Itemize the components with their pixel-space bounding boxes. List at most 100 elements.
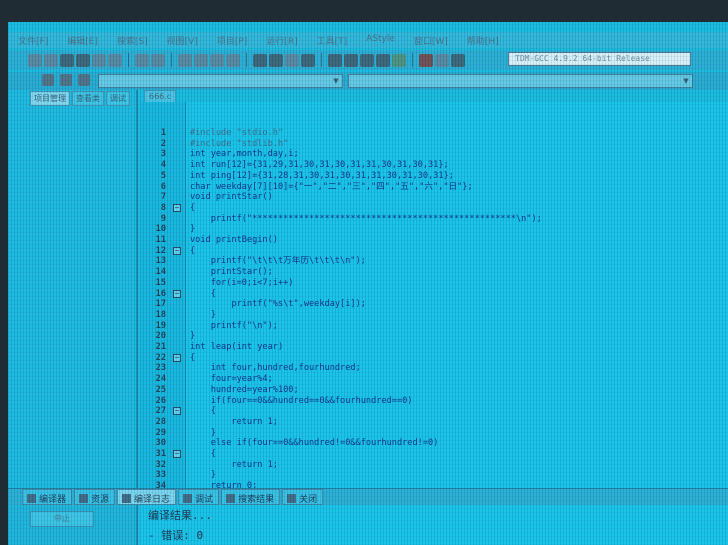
fold-toggle-icon[interactable]: − [173, 407, 181, 416]
code-line[interactable]: 19 printf("\n"); [140, 321, 728, 332]
menu-view[interactable]: 视图[V] [157, 32, 207, 48]
code-text: { [190, 406, 216, 417]
fold-toggle-icon[interactable]: − [173, 289, 181, 298]
code-line[interactable]: 7 void printStar() [140, 192, 728, 203]
insert-icon[interactable] [60, 74, 72, 86]
code-line[interactable]: 22−{ [140, 353, 728, 364]
tab-resources[interactable]: 资源 [74, 489, 116, 505]
stop-execution-icon[interactable] [419, 53, 433, 67]
menu-project[interactable]: 项目[P] [207, 32, 256, 48]
code-line[interactable]: 3 int year,month,day,i; [140, 149, 728, 160]
code-line[interactable]: 33 } [140, 470, 728, 481]
toggle-comment-icon[interactable] [285, 53, 299, 67]
code-line[interactable]: 17 printf("%s\t",weekday[i]); [140, 299, 728, 310]
tab-project[interactable]: 项目管理 [30, 91, 70, 106]
code-line[interactable]: 21 int leap(int year) [140, 342, 728, 353]
line-number: 16 [155, 288, 166, 299]
line-number: 15 [155, 277, 166, 288]
stop-compile-button[interactable]: 中止 [30, 511, 94, 527]
code-text: char weekday[7][10]={"一","二","三","四","五"… [190, 181, 473, 192]
fold-toggle-icon[interactable]: − [173, 353, 181, 362]
goto-icon[interactable] [210, 53, 224, 67]
compile-icon[interactable] [328, 53, 342, 67]
code-line[interactable]: 27− { [140, 406, 728, 417]
menu-help[interactable]: 帮助[H] [457, 32, 508, 48]
code-line[interactable]: 5 int ping[12]={31,28,31,30,31,30,31,31,3… [140, 171, 728, 182]
code-line[interactable]: 13 printf("\t\t\t万年历\t\t\t\n"); [140, 256, 728, 267]
class-browser-icon[interactable] [78, 74, 90, 86]
save-all-icon[interactable] [76, 53, 90, 67]
chart-icon[interactable] [435, 53, 449, 67]
code-line[interactable]: 1 #include "stdio.h" [140, 128, 728, 139]
code-line[interactable]: 8−{ [140, 203, 728, 214]
tab-close[interactable]: 关闭 [282, 489, 324, 505]
class-select[interactable]: ▼ [98, 74, 343, 88]
code-line[interactable]: 25 hundred=year%100; [140, 385, 728, 396]
code-line[interactable]: 29 } [140, 428, 728, 439]
code-line[interactable]: 16− { [140, 289, 728, 300]
line-number: 27 [155, 406, 166, 417]
unindent-icon[interactable] [269, 53, 283, 67]
menu-window[interactable]: 窗口[W] [404, 32, 457, 48]
menu-edit[interactable]: 编辑[E] [57, 32, 107, 48]
debug-icon[interactable] [451, 53, 465, 67]
print-icon[interactable] [108, 53, 122, 67]
tab-compile-log[interactable]: 编译日志 [117, 489, 177, 505]
code-line[interactable]: 20} [140, 331, 728, 342]
indent-icon[interactable] [253, 53, 267, 67]
tab-classes[interactable]: 查看类 [72, 91, 104, 106]
line-number: 11 [155, 235, 166, 245]
compile-run-icon[interactable] [360, 53, 374, 67]
redo-icon[interactable] [151, 53, 165, 67]
tab-label: 资源 [91, 494, 110, 505]
syntax-check-icon[interactable] [392, 53, 406, 67]
run-icon[interactable] [344, 53, 358, 67]
code-line[interactable]: 14 printStar(); [140, 267, 728, 278]
tab-debug-output[interactable]: 调试 [178, 489, 220, 505]
code-line[interactable]: 24 four=year%4; [140, 374, 728, 385]
compiler-select[interactable]: TDM-GCC 4.9.2 64-bit Release [508, 52, 691, 66]
find-icon[interactable] [178, 53, 192, 67]
menu-search[interactable]: 搜索[S] [107, 32, 157, 48]
save-icon[interactable] [60, 53, 74, 67]
code-line[interactable]: 11 void printBegin() [140, 235, 728, 246]
tab-search-results[interactable]: 搜索结果 [221, 489, 281, 505]
tab-compiler[interactable]: 编译器 [22, 489, 73, 505]
replace-icon[interactable] [194, 53, 208, 67]
menu-astyle[interactable]: AStyle [356, 32, 404, 48]
open-file-icon[interactable] [44, 53, 58, 67]
code-text: return 1; [190, 416, 278, 427]
code-line[interactable]: 23 int four,hundred,fourhundred; [140, 363, 728, 374]
code-editor[interactable]: 1 #include "stdio.h" 2 #include "stdlib.h" 3… [140, 102, 728, 502]
code-text: } [190, 427, 216, 438]
close-file-icon[interactable] [92, 53, 106, 67]
member-select[interactable]: ▼ [348, 74, 693, 88]
new-project-icon[interactable] [42, 74, 54, 86]
code-line[interactable]: 10} [140, 224, 728, 235]
code-line[interactable]: 30 else if(four==0&&hundred!=0&&fourhund… [140, 438, 728, 449]
undo-icon[interactable] [135, 53, 149, 67]
line-number: 24 [155, 374, 166, 385]
code-line[interactable]: 12−{ [140, 246, 728, 257]
code-line[interactable]: 2 #include "stdlib.h" [140, 139, 728, 150]
rebuild-icon[interactable] [376, 53, 390, 67]
code-line[interactable]: 6 char weekday[7][10]={"一","二","三","四","五… [140, 182, 728, 193]
code-line[interactable]: 28 return 1; [140, 417, 728, 428]
menu-file[interactable]: 文件[F] [8, 32, 57, 48]
code-line[interactable]: 32 return 1; [140, 460, 728, 471]
new-file-icon[interactable] [28, 53, 42, 67]
code-line[interactable]: 26 if(four==0&&hundred==0&&fourhundred==… [140, 396, 728, 407]
menu-tools[interactable]: 工具[T] [307, 32, 357, 48]
fold-toggle-icon[interactable]: − [173, 203, 181, 212]
code-line[interactable]: 4 int run[12]={31,29,31,30,31,30,31,31,30… [140, 160, 728, 171]
menu-run[interactable]: 运行[R] [256, 32, 306, 48]
tab-debug[interactable]: 调试 [106, 91, 130, 106]
fold-toggle-icon[interactable]: − [173, 246, 181, 255]
code-line[interactable]: 9 printf("******************************… [140, 214, 728, 225]
fold-toggle-icon[interactable]: − [173, 450, 181, 458]
code-line[interactable]: 18 } [140, 310, 728, 321]
bookmark-icon[interactable] [301, 53, 315, 67]
code-line[interactable]: 31− { [140, 449, 728, 460]
find-files-icon[interactable] [226, 53, 240, 67]
code-line[interactable]: 15 for(i=0;i<7;i++) [140, 278, 728, 289]
